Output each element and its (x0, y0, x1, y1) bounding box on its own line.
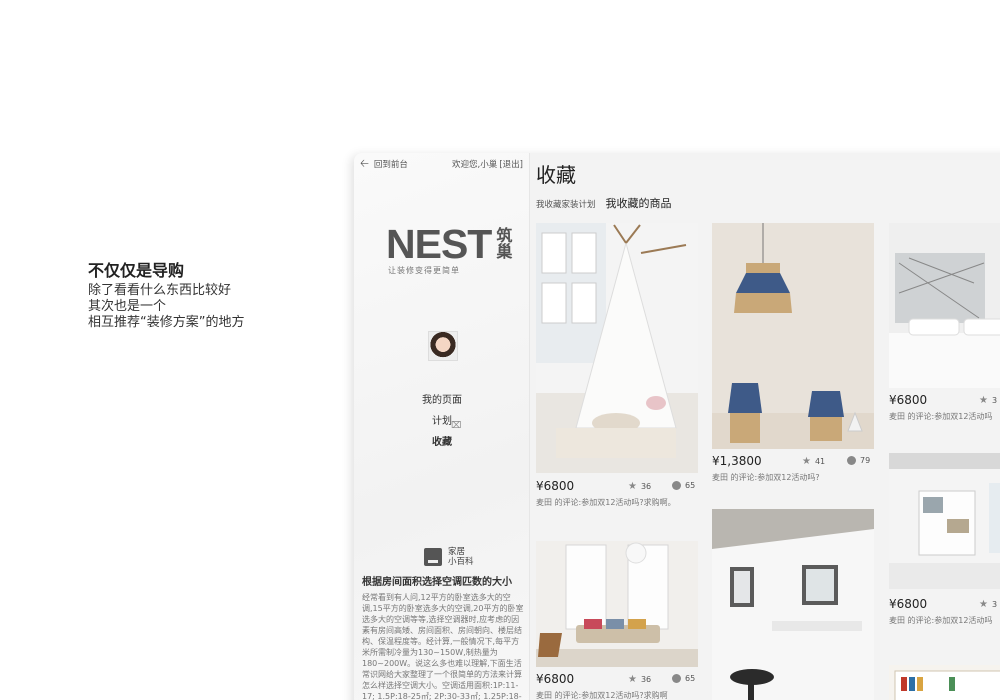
comment-count-value: 65 (685, 674, 696, 683)
app-window: 🡠 回到前台 欢迎您,小巢 [退出] NEST 筑巢 让装修变得更简单 我的页面… (354, 153, 1000, 700)
caption-line: 除了看看什么东西比较好 (88, 283, 232, 298)
comment-count[interactable]: 79 (847, 456, 870, 465)
star-icon: ★ (979, 599, 988, 610)
caption-line: 相互推荐“装修方案”的地方 (88, 315, 245, 330)
product-image-kitchen[interactable] (712, 509, 874, 700)
product-price: ¥6800 (889, 597, 928, 611)
article-body: 经常看到有人问,12平方的卧室选多大的空调,15平方的卧室选多大的空调,20平方… (362, 593, 524, 700)
star-icon: ★ (628, 481, 637, 492)
latest-comment: 麦田 的评论:参加双12活动吗? (712, 473, 820, 482)
sidebar-nav: 我的页面 计划 ⌧ 收藏 (354, 390, 530, 453)
feature-caption: 不仅仅是导购 除了看看什么东西比较好 其次也是一个 相互推荐“装修方案”的地方 (88, 261, 244, 331)
avatar[interactable] (428, 331, 458, 361)
welcome-text: 欢迎您,小巢 (452, 160, 498, 170)
comment-icon (672, 674, 681, 683)
home-wiki-link[interactable]: 家居 小百科 (424, 547, 474, 567)
star-count[interactable]: ★ 36 (628, 481, 651, 492)
sidebar-item-plan[interactable]: 计划 ⌧ (354, 411, 530, 432)
back-label: 回到前台 (373, 160, 408, 170)
page: 不仅仅是导购 除了看看什么东西比较好 其次也是一个 相互推荐“装修方案”的地方 … (0, 0, 1000, 700)
comment-count[interactable]: 65 (672, 481, 695, 490)
star-icon: ★ (802, 456, 811, 467)
comment-icon (672, 481, 681, 490)
product-image-bookshelf[interactable] (889, 665, 1000, 700)
tab-favorite-plans[interactable]: 我收藏家装计划 (536, 198, 596, 210)
star-count-value: 3 (991, 600, 998, 609)
sidebar-item-my-page[interactable]: 我的页面 (354, 390, 530, 411)
logo-tagline: 让装修变得更简单 (388, 266, 460, 275)
product-card[interactable]: ¥6800 ★ 3 麦田 的评论:参加双12活动吗 (889, 223, 1000, 433)
latest-comment: 麦田 的评论:参加双12活动吗 (889, 412, 993, 421)
wiki-label-line2: 小百科 (448, 557, 474, 567)
caption-line: 其次也是一个 (88, 299, 167, 314)
product-image-teepee[interactable] (536, 223, 698, 473)
star-count[interactable]: ★ 3 (979, 599, 997, 610)
product-price: ¥6800 (536, 672, 575, 686)
product-image-living-room[interactable] (536, 541, 698, 667)
product-card[interactable]: ¥6800 ★ 3 麦田 的评论:参加双12活动吗 (889, 453, 1000, 639)
comment-count[interactable]: 65 (672, 674, 695, 683)
brand-logo[interactable]: NEST 筑巢 让装修变得更简单 (386, 221, 516, 276)
star-count-value: 36 (640, 675, 652, 684)
product-price: ¥6800 (536, 479, 575, 493)
sub-tabs: 我收藏家装计划 我收藏的商品 (536, 195, 672, 211)
star-icon: ★ (979, 395, 988, 406)
product-image-bed[interactable] (889, 223, 1000, 388)
comment-count-value: 79 (860, 456, 871, 465)
star-icon: ★ (628, 674, 637, 685)
star-count-value: 41 (814, 457, 826, 466)
sidebar: 🡠 回到前台 欢迎您,小巢 [退出] NEST 筑巢 让装修变得更简单 我的页面… (354, 153, 530, 700)
star-count-value: 36 (640, 482, 652, 491)
product-price: ¥1,3800 (712, 454, 762, 468)
star-count-value: 3 (991, 396, 998, 405)
comment-icon (847, 456, 856, 465)
comment-count-value: 65 (685, 481, 696, 490)
latest-comment: 麦田 的评论:参加双12活动吗?求购啊 (536, 691, 668, 700)
article-title[interactable]: 根据房间面积选择空调匹数的大小 (362, 576, 526, 589)
product-card[interactable] (889, 665, 1000, 700)
product-card[interactable]: ¥1,3800 ★ 41 79 麦田 的评论:参加双12活动吗? (712, 223, 874, 493)
product-card[interactable]: ¥6800 ★ 36 65 麦田 的评论:参加双12活动吗?求购啊 (536, 541, 698, 700)
page-title: 收藏 (536, 163, 576, 187)
star-count[interactable]: ★ 36 (628, 674, 651, 685)
caption-title: 不仅仅是导购 (88, 261, 185, 280)
wiki-label-line1: 家居 (448, 547, 466, 557)
back-to-front-link[interactable]: 🡠 回到前台 (360, 157, 408, 171)
top-bar: 🡠 回到前台 欢迎您,小巢 [退出] (360, 158, 523, 172)
arrow-left-icon: 🡠 (360, 157, 369, 170)
product-price: ¥6800 (889, 393, 928, 407)
star-count[interactable]: ★ 3 (979, 395, 997, 406)
sidebar-item-favorites[interactable]: 收藏 (354, 432, 530, 453)
logo-chinese: 筑巢 (493, 227, 513, 259)
star-count[interactable]: ★ 41 (802, 456, 825, 467)
product-card[interactable]: ¥6800 ★ 36 65 麦田 的评论:参加双12活动吗?求购啊。 (536, 223, 698, 523)
logout-link[interactable]: [退出] (499, 158, 523, 170)
logo-brand: NEST (386, 221, 492, 267)
tab-favorite-products[interactable]: 我收藏的商品 (606, 195, 672, 211)
product-image-shelving[interactable] (889, 453, 1000, 589)
latest-comment: 麦田 的评论:参加双12活动吗 (889, 616, 993, 625)
book-icon (424, 548, 442, 566)
sidebar-item-label: 计划 (432, 416, 452, 427)
main-content: 收藏 我收藏家装计划 我收藏的商品 ¥6800 ★ 36 65 麦田 的评论:参… (530, 153, 1000, 700)
wiki-article: 根据房间面积选择空调匹数的大小 经常看到有人问,12平方的卧室选多大的空调,15… (362, 576, 526, 700)
product-card[interactable] (712, 509, 874, 700)
product-image-lamps[interactable] (712, 223, 874, 449)
latest-comment: 麦田 的评论:参加双12活动吗?求购啊。 (536, 498, 676, 507)
